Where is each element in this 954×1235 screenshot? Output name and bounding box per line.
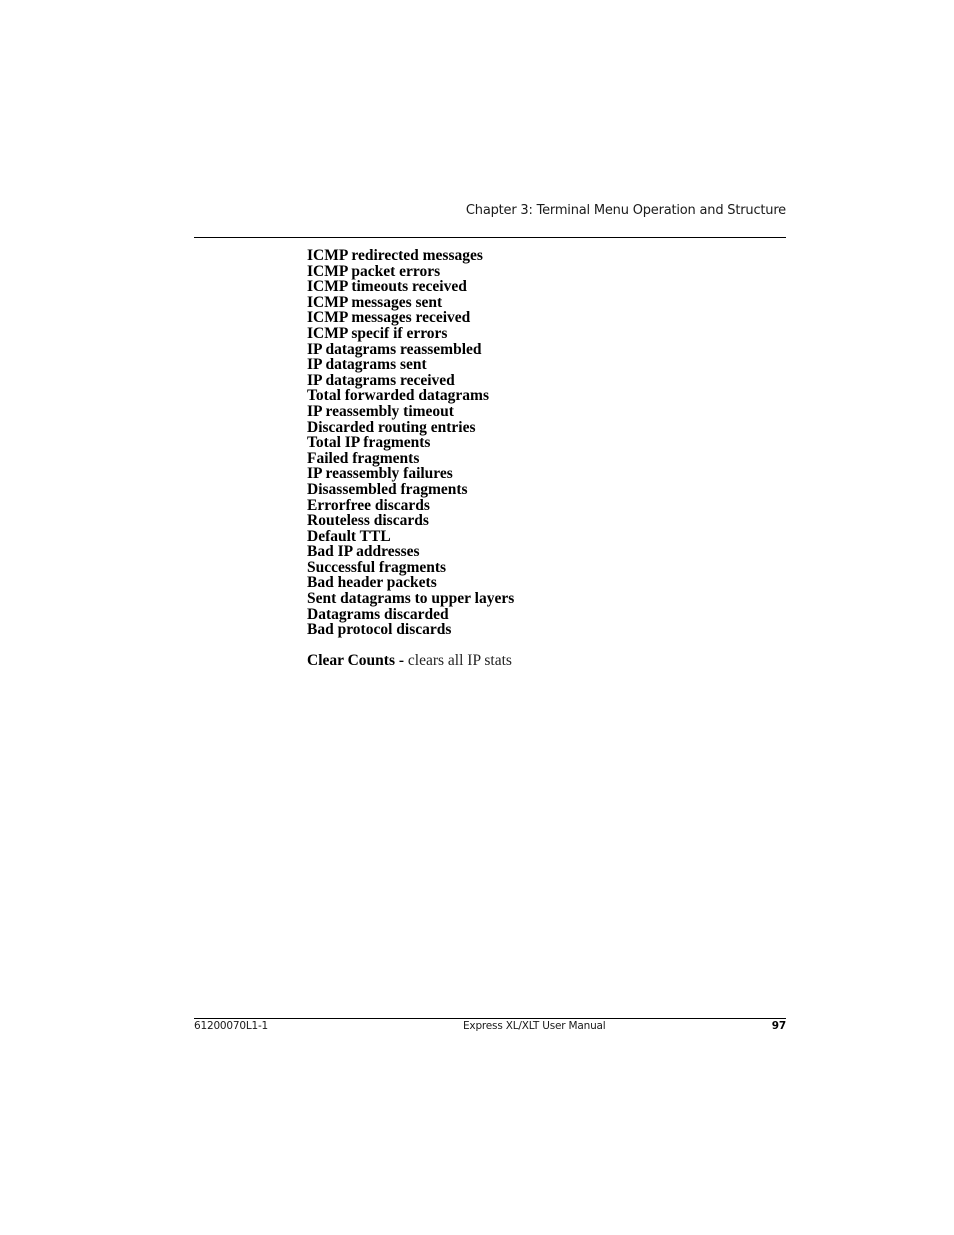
list-item: ICMP specif if errors [307, 324, 448, 342]
list-item: Default TTL [307, 527, 391, 545]
footer-divider [194, 1018, 786, 1019]
list-item: ICMP messages sent [307, 293, 443, 311]
list-item: Routeless discards [307, 512, 429, 530]
list-item: ICMP redirected messages [307, 247, 483, 264]
list-item: Datagrams discarded [307, 605, 449, 623]
list-item: ICMP messages received [307, 309, 471, 327]
footer-page-number: 97 [771, 1020, 786, 1032]
list-item: IP datagrams received [307, 371, 455, 389]
list-item: Bad IP addresses [307, 543, 420, 561]
list-item: Failed fragments [307, 449, 420, 467]
chapter-header: Chapter 3: Terminal Menu Operation and S… [465, 203, 786, 218]
list-item: Successful fragments [307, 558, 447, 576]
list-item: Total forwarded datagrams [307, 387, 489, 405]
header-divider [194, 237, 786, 238]
clear-counts-label: Clear Counts - [307, 652, 408, 669]
list-item: IP datagrams reassembled [307, 340, 482, 358]
list-item: ICMP packet errors [307, 262, 441, 280]
list-item: Bad header packets [307, 574, 437, 592]
list-item: Disassembled fragments [307, 480, 468, 498]
list-item: IP reassembly timeout [307, 402, 454, 420]
list-item: Discarded routing entries [307, 418, 476, 436]
list-item: Bad protocol discards [307, 621, 452, 639]
list-item: Errorfree discards [307, 496, 430, 514]
list-item: IP datagrams sent [307, 356, 427, 374]
footer-manual-title: Express XL/XLT User Manual [463, 1020, 606, 1032]
list-item: Total IP fragments [307, 434, 431, 452]
clear-counts-entry: Clear Counts - clears all IP stats [307, 653, 512, 669]
list-item: Sent datagrams to upper layers [307, 590, 515, 608]
footer-doc-number: 61200070L1-1 [194, 1020, 269, 1032]
list-item: ICMP timeouts received [307, 278, 467, 296]
clear-counts-description: clears all IP stats [407, 652, 512, 669]
ip-stats-list: ICMP redirected messages ICMP packet err… [307, 248, 514, 638]
list-item: IP reassembly failures [307, 465, 453, 483]
